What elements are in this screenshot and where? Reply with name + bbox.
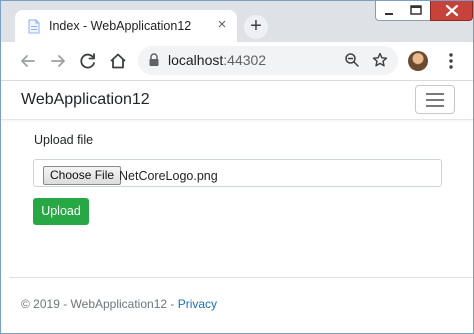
selected-file-name: NetCoreLogo.png xyxy=(119,169,218,183)
upload-file-label: Upload file xyxy=(34,133,94,147)
footer-copyright: © 2019 - WebApplication12 - xyxy=(21,297,178,311)
browser-toolbar: localhost:44302 xyxy=(1,42,473,81)
url-text[interactable]: localhost:44302 xyxy=(168,52,266,68)
maximize-button[interactable] xyxy=(402,1,431,21)
web-page: WebApplication12 Upload file Choose File… xyxy=(1,81,473,333)
lock-icon[interactable] xyxy=(148,53,160,67)
browser-window: Index - WebApplication12 × + localhost:4… xyxy=(0,0,474,334)
reload-icon[interactable] xyxy=(77,50,99,72)
footer-divider xyxy=(9,277,473,278)
tab-title: Index - WebApplication12 xyxy=(49,19,192,33)
star-icon[interactable] xyxy=(372,52,388,68)
site-navbar: WebApplication12 xyxy=(1,81,473,120)
minimize-button[interactable] xyxy=(375,1,403,21)
file-input[interactable]: Choose File NetCoreLogo.png xyxy=(33,159,442,187)
url-host: localhost xyxy=(168,52,224,68)
home-icon[interactable] xyxy=(107,50,129,72)
zoom-icon[interactable] xyxy=(344,52,360,68)
url-port: :44302 xyxy=(223,52,267,68)
hamburger-icon-bar xyxy=(426,93,444,95)
new-tab-button[interactable]: + xyxy=(244,15,268,39)
tab-strip: Index - WebApplication12 × + xyxy=(1,1,473,42)
back-icon[interactable] xyxy=(17,50,39,72)
minimize-icon xyxy=(385,13,393,15)
address-bar[interactable]: localhost:44302 xyxy=(138,46,398,75)
tab-close-icon[interactable]: × xyxy=(213,16,231,34)
profile-avatar[interactable] xyxy=(408,51,428,71)
site-footer: © 2019 - WebApplication12 - Privacy xyxy=(21,297,217,311)
browser-tab[interactable]: Index - WebApplication12 × xyxy=(15,10,237,42)
site-brand[interactable]: WebApplication12 xyxy=(21,91,150,109)
hamburger-icon-bar xyxy=(426,99,444,101)
hamburger-icon-bar xyxy=(426,105,444,107)
menu-icon[interactable] xyxy=(441,51,461,71)
window-close-button[interactable] xyxy=(430,1,473,21)
page-favicon-icon xyxy=(28,19,40,34)
navbar-toggle-button[interactable] xyxy=(415,85,455,114)
window-close-icon xyxy=(445,4,459,17)
forward-icon[interactable] xyxy=(47,50,69,72)
maximize-icon xyxy=(410,5,422,15)
privacy-link[interactable]: Privacy xyxy=(178,297,217,311)
upload-button[interactable]: Upload xyxy=(33,198,89,225)
choose-file-button[interactable]: Choose File xyxy=(43,166,122,185)
